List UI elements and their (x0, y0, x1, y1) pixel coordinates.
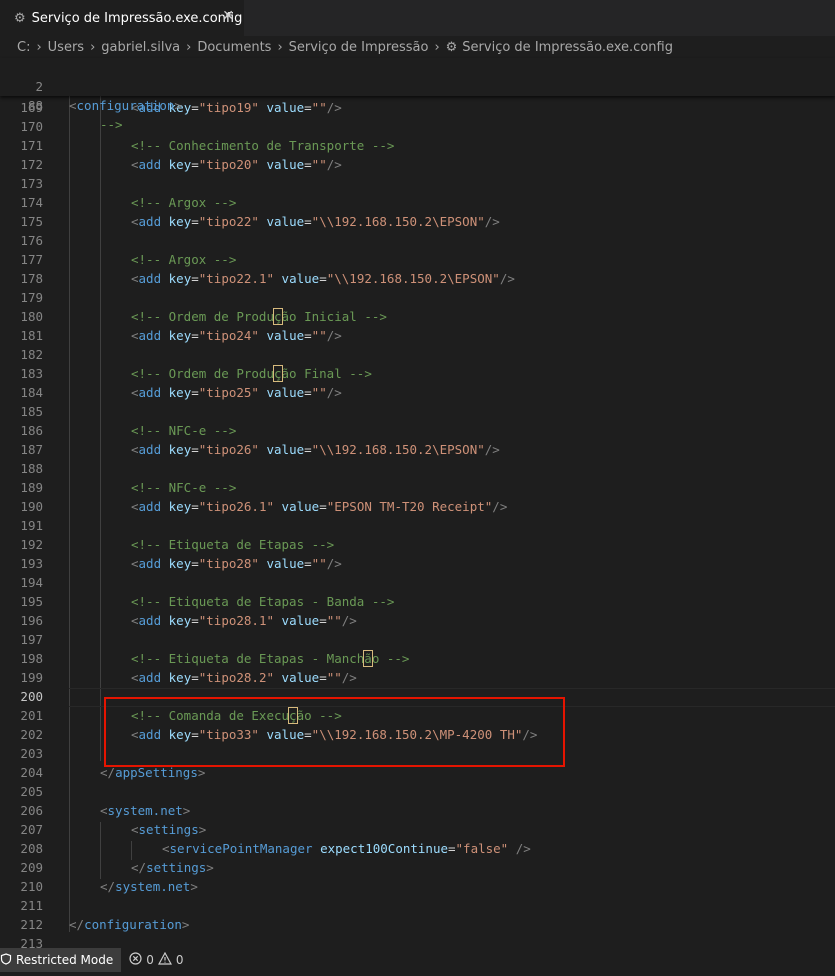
breadcrumb-documents[interactable]: Documents (197, 40, 271, 55)
code-line[interactable]: 192 <!-- Etiqueta de Etapas --> (0, 535, 835, 554)
chevron-right-icon: › (434, 39, 440, 55)
code-line[interactable]: 212 </configuration> (0, 915, 835, 934)
close-icon[interactable]: ✕ (222, 8, 234, 24)
code-line[interactable]: 193 <add key="tipo28" value=""/> (0, 554, 835, 573)
code-line[interactable]: 213 (0, 934, 835, 948)
editor-tab[interactable]: ⚙ Serviço de Impressão.exe.config ✕ (0, 0, 244, 36)
code-line[interactable]: 176 (0, 231, 835, 250)
status-bar: Restricted Mode 0 0 (0, 948, 835, 972)
code-line[interactable]: 190 <add key="tipo26.1" value="EPSON TM-T… (0, 497, 835, 516)
breadcrumb-users[interactable]: Users (48, 40, 84, 55)
breadcrumb-user[interactable]: gabriel.silva (101, 40, 180, 55)
restricted-mode-indicator[interactable]: Restricted Mode (0, 948, 122, 972)
breadcrumb: C: › Users › gabriel.silva › Documents ›… (0, 36, 835, 58)
breadcrumb-file[interactable]: Serviço de Impressão.exe.config (462, 40, 673, 55)
code-line[interactable]: 185 (0, 402, 835, 421)
highlight-box (104, 697, 565, 767)
code-line[interactable]: 179 (0, 288, 835, 307)
warning-count: 0 (175, 953, 184, 967)
code-line[interactable]: 189 <!-- NFC-e --> (0, 478, 835, 497)
code-line[interactable]: 187 <add key="tipo26" value="\\192.168.15… (0, 440, 835, 459)
line-number: 88 (27, 98, 43, 113)
code-line[interactable]: 173 (0, 174, 835, 193)
code-line[interactable]: 191 (0, 516, 835, 535)
code-line[interactable]: 208 <servicePointManager expect100Continu… (0, 839, 835, 858)
gear-icon: ⚙ (14, 10, 26, 26)
code-line[interactable]: 88 --> (0, 77, 835, 132)
code-line[interactable]: 197 (0, 630, 835, 649)
error-icon (129, 952, 142, 968)
code-line[interactable]: 211 (0, 896, 835, 915)
code-line[interactable]: 206 <system.net> (0, 801, 835, 820)
code-line[interactable]: 183 <!-- Ordem de Produção Final --> (0, 364, 835, 383)
code-line[interactable]: 194 (0, 573, 835, 592)
code-line[interactable]: 174 <!-- Argox --> (0, 193, 835, 212)
code-line[interactable]: 195 <!-- Etiqueta de Etapas - Banda --> (0, 592, 835, 611)
restricted-icon (0, 952, 12, 968)
chevron-right-icon: › (186, 39, 192, 55)
error-count: 0 (146, 953, 154, 967)
breadcrumb-drive[interactable]: C: (17, 40, 30, 55)
sticky-scroll[interactable]: 2 <configuration> 88 --> (0, 58, 835, 132)
code-line[interactable]: 205 (0, 782, 835, 801)
code-line[interactable]: 184 <add key="tipo25" value=""/> (0, 383, 835, 402)
code-line[interactable]: 2 <configuration> (0, 58, 835, 113)
code-line[interactable]: 175 <add key="tipo22" value="\\192.168.15… (0, 212, 835, 231)
problems-indicator[interactable]: 0 0 (129, 951, 184, 968)
chevron-right-icon: › (277, 39, 283, 55)
code-line[interactable]: 196 <add key="tipo28.1" value=""/> (0, 611, 835, 630)
code-line[interactable]: 188 (0, 459, 835, 478)
gear-icon: ⚙ (445, 39, 458, 55)
code-line[interactable]: 207 <settings> (0, 820, 835, 839)
restricted-mode-label: Restricted Mode (16, 953, 114, 967)
code-text: <configuration> (69, 98, 182, 113)
code-line[interactable]: 199 <add key="tipo28.2" value=""/> (0, 668, 835, 687)
code-line[interactable]: 209 </settings> (0, 858, 835, 877)
breadcrumb-folder[interactable]: Serviço de Impressão (289, 40, 429, 55)
code-line[interactable]: 178 <add key="tipo22.1" value="\\192.168.… (0, 269, 835, 288)
bottom-edge (0, 972, 835, 976)
code-line[interactable]: 186 <!-- NFC-e --> (0, 421, 835, 440)
code-line[interactable]: 172 <add key="tipo20" value=""/> (0, 155, 835, 174)
code-line[interactable]: 180 <!-- Ordem de Produção Inicial --> (0, 307, 835, 326)
code-line[interactable]: 210 </system.net> (0, 877, 835, 896)
code-line[interactable]: 171 <!-- Conhecimento de Transporte --> (0, 136, 835, 155)
code-line[interactable]: 181 <add key="tipo24" value=""/> (0, 326, 835, 345)
tab-bar: ⚙ Serviço de Impressão.exe.config ✕ (0, 0, 835, 36)
code-line[interactable]: 177 <!-- Argox --> (0, 250, 835, 269)
code-text: --> (100, 117, 123, 132)
chevron-right-icon: › (36, 39, 42, 55)
tab-title: Serviço de Impressão.exe.config (31, 10, 243, 26)
chevron-right-icon: › (90, 39, 96, 55)
code-line[interactable]: 170 (0, 117, 835, 136)
code-line[interactable]: 198 <!-- Etiqueta de Etapas - Manchão --> (0, 649, 835, 668)
warning-icon (157, 951, 172, 968)
code-line[interactable]: 182 (0, 345, 835, 364)
